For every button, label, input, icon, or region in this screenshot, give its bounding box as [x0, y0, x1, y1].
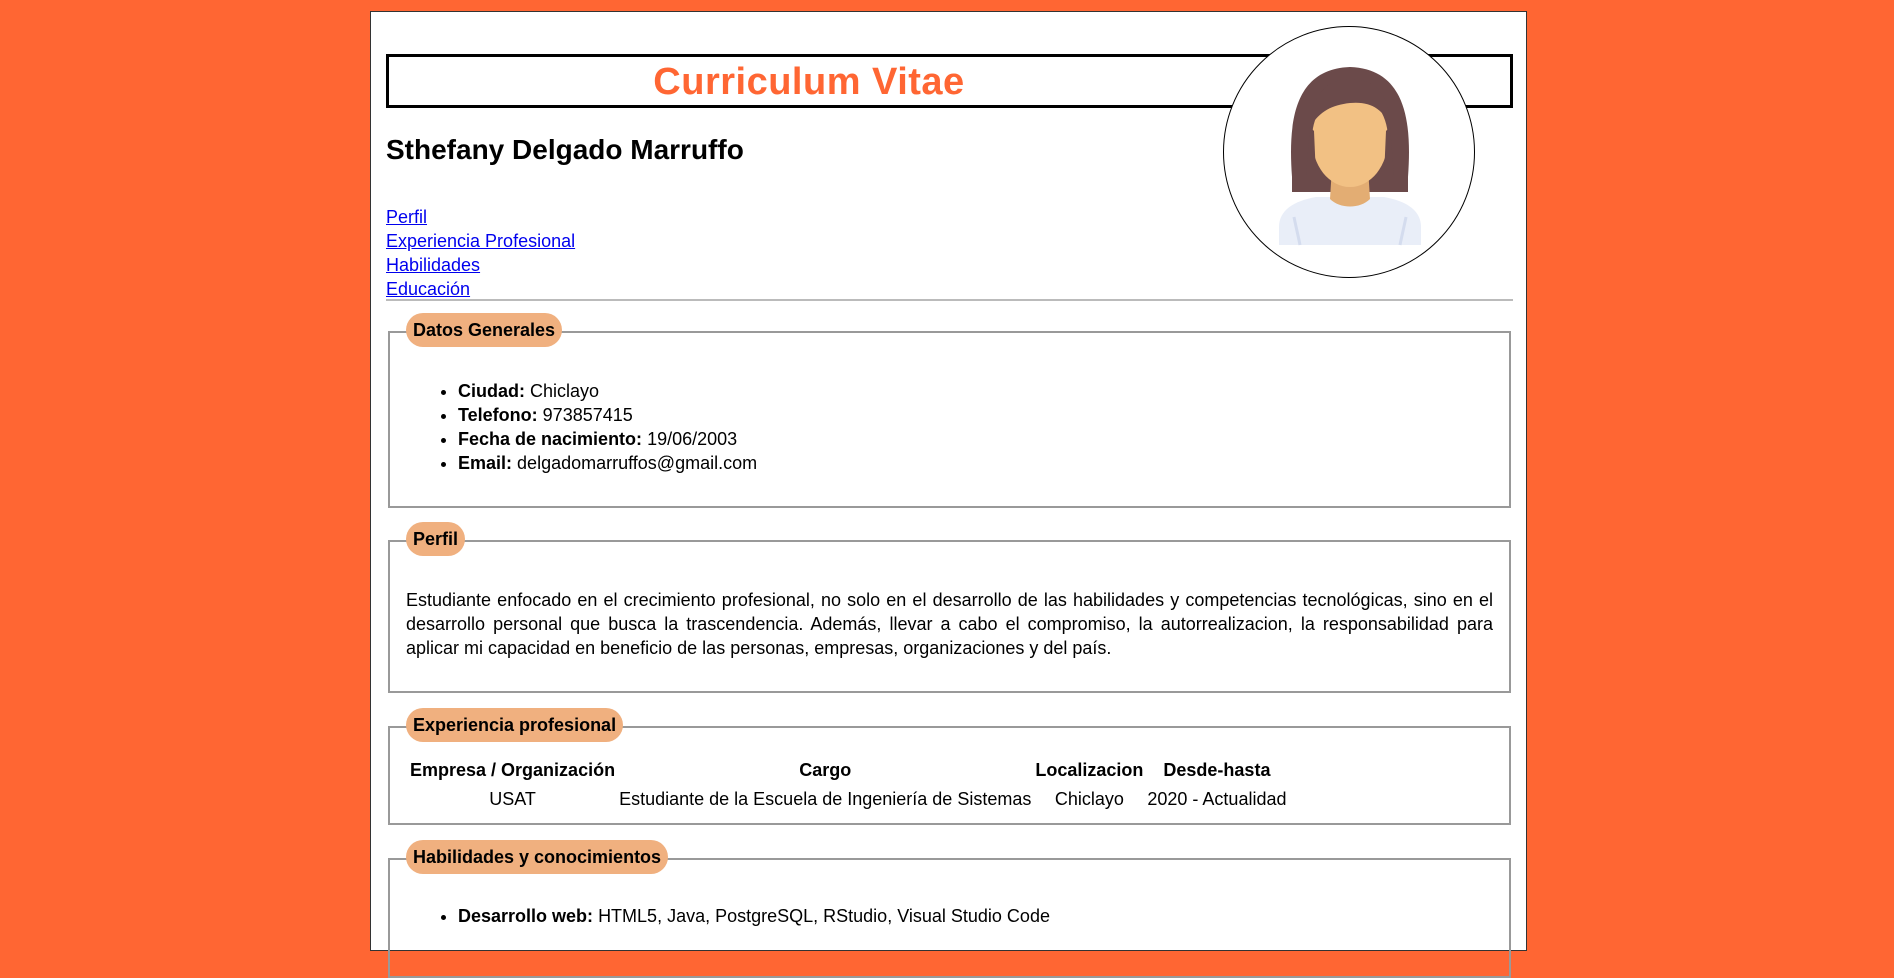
item-label: Fecha de nacimiento: — [458, 429, 643, 449]
profile-text: Estudiante enfocado en el crecimiento pr… — [406, 590, 1493, 658]
column-header: Empresa / Organización — [410, 760, 616, 780]
section-habilidades: Habilidades y conocimientos Desarrollo w… — [388, 840, 1511, 978]
item-label: Ciudad: — [458, 381, 525, 401]
nav-link-perfil[interactable]: Perfil — [386, 205, 575, 229]
experience-table: Empresa / Organización Cargo Localizacio… — [406, 756, 1290, 814]
item-value: delgadomarruffos@gmail.com — [517, 453, 758, 473]
item-label: Telefono: — [458, 405, 538, 425]
datos-list: Ciudad: Chiclayo Telefono: 973857415 Fec… — [438, 379, 757, 475]
item-value: Chiclayo — [530, 381, 600, 401]
section-legend: Experiencia profesional — [406, 708, 624, 742]
section-experiencia: Experiencia profesional Empresa / Organi… — [388, 708, 1511, 825]
habilidades-list: Desarrollo web: HTML5, Java, PostgreSQL,… — [438, 904, 1050, 928]
section-perfil: Perfil Estudiante enfocado en el crecimi… — [388, 522, 1511, 693]
list-item: Fecha de nacimiento: 19/06/2003 — [458, 427, 757, 451]
female-user-avatar-icon — [1223, 26, 1475, 278]
item-value: HTML5, Java, PostgreSQL, RStudio, Visual… — [598, 906, 1050, 926]
table-cell: Estudiante de la Escuela de Ingeniería d… — [619, 789, 1032, 809]
section-nav: Perfil Experiencia Profesional Habilidad… — [386, 205, 575, 301]
column-header: Cargo — [799, 760, 852, 780]
item-value: 19/06/2003 — [647, 429, 738, 449]
section-legend: Perfil — [406, 522, 466, 556]
nav-link-educacion[interactable]: Educación — [386, 277, 575, 301]
applicant-name: Sthefany Delgado Marruffo — [386, 134, 744, 165]
item-label: Email: — [458, 453, 513, 473]
table-cell: Chiclayo — [1054, 789, 1124, 809]
section-legend: Habilidades y conocimientos — [406, 840, 669, 874]
page-title: Curriculum Vitae — [653, 61, 965, 103]
nav-link-habilidades[interactable]: Habilidades — [386, 253, 575, 277]
column-header: Localizacion — [1035, 760, 1144, 780]
list-item: Email: delgadomarruffos@gmail.com — [458, 451, 757, 475]
column-header: Desde-hasta — [1163, 760, 1271, 780]
section-legend: Datos Generales — [406, 313, 563, 347]
item-value: 973857415 — [542, 405, 633, 425]
list-item: Ciudad: Chiclayo — [458, 379, 757, 403]
item-label: Desarrollo web: — [458, 906, 594, 926]
nav-link-experiencia[interactable]: Experiencia Profesional — [386, 229, 575, 253]
table-header-row: Empresa / Organización Cargo Localizacio… — [410, 756, 1286, 785]
section-datos-generales: Datos Generales Ciudad: Chiclayo Telefon… — [388, 313, 1511, 508]
table-cell: 2020 - Actualidad — [1147, 789, 1287, 809]
list-item: Desarrollo web: HTML5, Java, PostgreSQL,… — [458, 904, 1050, 928]
table-row: USAT Estudiante de la Escuela de Ingenie… — [410, 785, 1286, 814]
list-item: Telefono: 973857415 — [458, 403, 757, 427]
cv-page: Curriculum Vitae Sthefany Delgado Marruf… — [370, 11, 1527, 978]
divider — [386, 299, 1513, 301]
table-cell: USAT — [489, 789, 536, 809]
